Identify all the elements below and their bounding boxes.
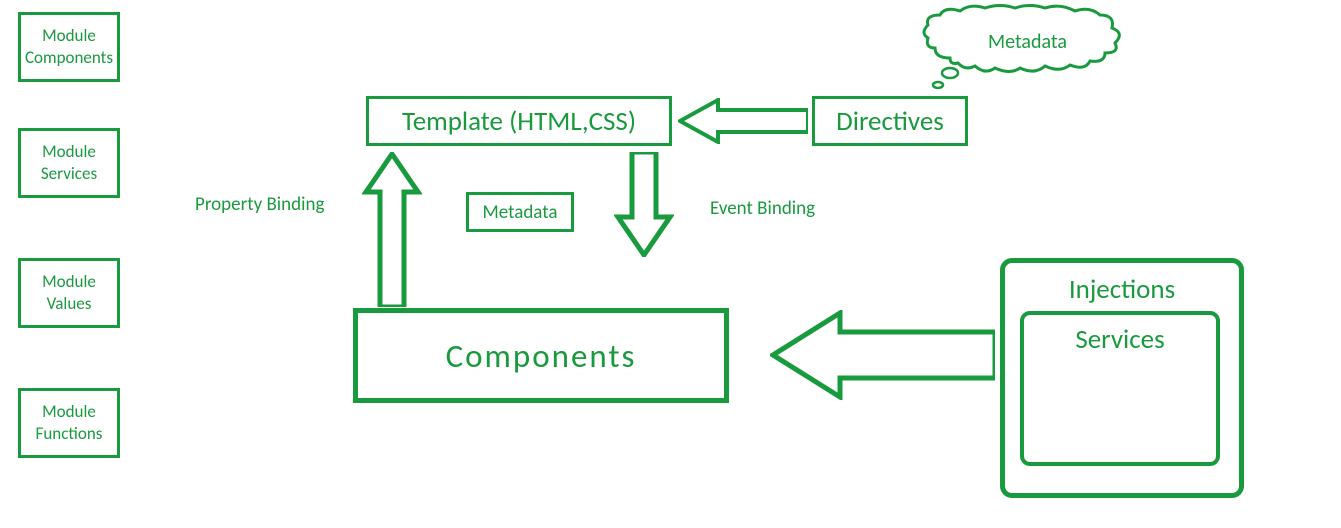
components-box: Components bbox=[353, 308, 729, 403]
components-label: Components bbox=[446, 336, 637, 376]
event-binding-label: Event Binding bbox=[710, 197, 815, 220]
arrow-injections-to-components bbox=[770, 310, 995, 400]
directives-box: Directives bbox=[812, 96, 968, 146]
template-box: Template (HTML,CSS) bbox=[366, 96, 672, 146]
template-label: Template (HTML,CSS) bbox=[402, 105, 636, 138]
metadata-box: Metadata bbox=[466, 192, 574, 232]
services-box: Services bbox=[1020, 311, 1220, 466]
module-label: Services bbox=[41, 163, 97, 184]
module-values-box: Module Values bbox=[18, 258, 120, 328]
module-label: Functions bbox=[36, 423, 103, 444]
module-label: Module bbox=[42, 25, 96, 46]
module-components-box: Module Components bbox=[18, 12, 120, 82]
metadata-cloud-label: Metadata bbox=[988, 30, 1067, 54]
module-label: Components bbox=[25, 47, 113, 68]
injections-box: Injections Services bbox=[1000, 258, 1244, 498]
module-label: Module bbox=[42, 401, 96, 422]
arrow-down-event-binding bbox=[614, 152, 674, 257]
module-label: Module bbox=[42, 141, 96, 162]
module-functions-box: Module Functions bbox=[18, 388, 120, 458]
metadata-box-label: Metadata bbox=[483, 201, 558, 224]
injections-label: Injections bbox=[1069, 273, 1175, 306]
arrow-up-property-binding bbox=[362, 152, 422, 307]
module-services-box: Module Services bbox=[18, 128, 120, 198]
services-label: Services bbox=[1075, 323, 1164, 356]
directives-label: Directives bbox=[836, 105, 944, 138]
property-binding-label: Property Binding bbox=[195, 193, 324, 216]
arrow-directives-to-template bbox=[678, 98, 808, 144]
module-label: Values bbox=[47, 293, 92, 314]
module-label: Module bbox=[42, 271, 96, 292]
